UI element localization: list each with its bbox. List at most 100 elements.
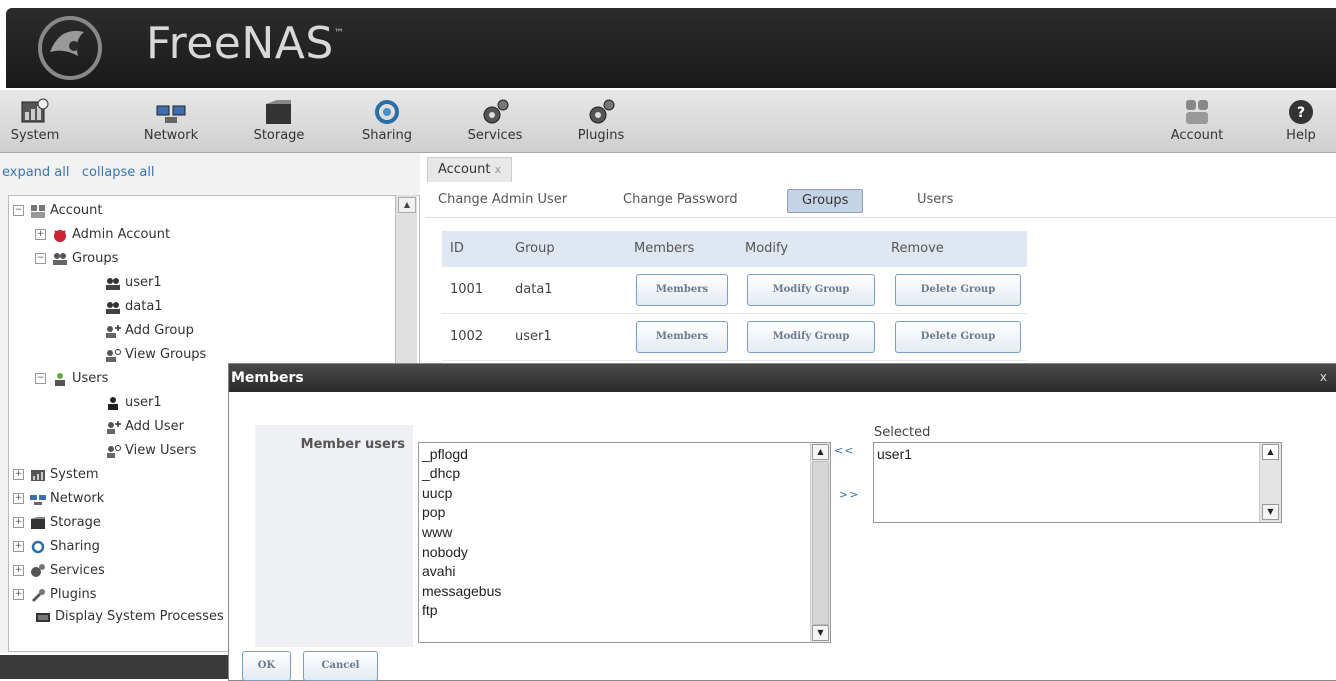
tree-item-system[interactable]: + System	[13, 464, 98, 486]
list-item[interactable]: messagebus	[422, 582, 501, 600]
scroll-down-arrow-icon[interactable]: ▼	[812, 625, 829, 641]
subnav-change-admin-user[interactable]: Change Admin User	[438, 189, 567, 211]
storage-icon	[31, 516, 45, 529]
tree-item-label: View Groups	[125, 347, 207, 362]
tree-item-add-user[interactable]: Add User	[105, 416, 184, 438]
tree-item-groups[interactable]: − Groups	[35, 248, 118, 270]
view-users-icon	[107, 444, 121, 458]
footer-bar	[0, 655, 240, 679]
remove-selected-link[interactable]: <<	[834, 444, 854, 457]
tree-item-view-users[interactable]: View Users	[105, 440, 196, 462]
toolbar-storage-label: Storage	[253, 128, 305, 143]
scroll-up-arrow-icon[interactable]: ▲	[1262, 444, 1279, 460]
collapse-toggle-icon[interactable]: −	[35, 373, 46, 384]
toolbar-network-button[interactable]: Network	[134, 94, 208, 150]
admin-icon	[54, 229, 66, 242]
members-button[interactable]: Members	[636, 274, 728, 306]
toolbar-storage-button[interactable]: Storage	[244, 94, 314, 150]
scroll-up-arrow-icon[interactable]: ▲	[398, 197, 416, 213]
cell-group: data1	[515, 282, 553, 297]
add-selected-link[interactable]: >>	[839, 488, 859, 501]
expand-toggle-icon[interactable]: +	[35, 229, 46, 240]
delete-group-button[interactable]: Delete Group	[895, 274, 1021, 306]
tab-close-icon[interactable]: x	[495, 163, 502, 176]
selected-users-list[interactable]: user1 ▲ ▼	[873, 442, 1282, 523]
tree-item-label: Add User	[125, 419, 184, 434]
toolbar-account-button[interactable]: Account	[1160, 94, 1234, 150]
network-icon	[156, 105, 186, 123]
available-list-scrollbar[interactable]: ▲ ▼	[810, 443, 830, 642]
close-icon[interactable]: x	[1320, 370, 1327, 384]
cell-id: 1002	[450, 329, 484, 344]
ok-button[interactable]: OK	[242, 651, 291, 681]
scroll-up-arrow-icon[interactable]: ▲	[812, 444, 829, 460]
tree-item-account[interactable]: − Account	[13, 200, 103, 222]
delete-group-button[interactable]: Delete Group	[895, 321, 1021, 353]
tree-item-view-groups[interactable]: View Groups	[105, 344, 206, 366]
account-icon	[1186, 100, 1208, 124]
tree-item-users[interactable]: − Users	[35, 368, 108, 390]
expand-toggle-icon[interactable]: +	[13, 541, 24, 552]
toolbar-system-button[interactable]: System	[4, 94, 66, 150]
toolbar-account-label: Account	[1170, 128, 1224, 143]
list-item[interactable]: uucp	[422, 484, 452, 502]
toolbar-services-button[interactable]: Services	[458, 94, 532, 150]
subnav-groups[interactable]: Groups	[787, 189, 864, 213]
list-item[interactable]: nobody	[422, 543, 468, 561]
tree-item-plugins[interactable]: + Plugins	[13, 584, 97, 606]
cancel-button[interactable]: Cancel	[303, 651, 378, 681]
plugins-icon	[589, 99, 615, 124]
tree-item-user-user1[interactable]: user1	[105, 392, 162, 414]
modify-group-button[interactable]: Modify Group	[747, 274, 875, 306]
toolbar-help-button[interactable]: ? Help	[1276, 94, 1326, 150]
cell-group: user1	[515, 329, 552, 344]
tree-item-label: View Users	[125, 443, 197, 458]
list-item[interactable]: www	[422, 523, 452, 541]
expand-toggle-icon[interactable]: +	[13, 469, 24, 480]
subnav-change-password[interactable]: Change Password	[623, 189, 738, 211]
processes-icon	[36, 612, 50, 622]
tree-item-sharing[interactable]: + Sharing	[13, 536, 100, 558]
tree-item-label: Storage	[50, 515, 101, 530]
available-users-list[interactable]: _pflogd _dhcp uucp pop www nobody avahi …	[418, 442, 831, 643]
brand-bar: FreeNAS™	[6, 8, 1336, 88]
tree-item-network[interactable]: + Network	[13, 488, 104, 510]
collapse-toggle-icon[interactable]: −	[13, 205, 24, 216]
subnav-users[interactable]: Users	[917, 189, 953, 211]
groups-icon	[53, 252, 67, 265]
list-item[interactable]: avahi	[422, 562, 455, 580]
tree-item-admin-account[interactable]: + Admin Account	[35, 224, 170, 246]
collapse-all-link[interactable]: collapse all	[82, 165, 155, 180]
list-item[interactable]: _pflogd	[422, 445, 468, 463]
toolbar-plugins-button[interactable]: Plugins	[566, 94, 636, 150]
scroll-thumb[interactable]	[812, 461, 829, 625]
tree-item-group-user1[interactable]: user1	[105, 272, 162, 294]
list-item[interactable]: ftp	[422, 601, 438, 619]
main-toolbar: System Network Storage Sharing Services …	[0, 90, 1336, 153]
plugins-icon	[32, 588, 45, 602]
selected-list-scrollbar[interactable]: ▲ ▼	[1259, 443, 1281, 522]
list-item[interactable]: _dhcp	[422, 464, 460, 482]
expand-toggle-icon[interactable]: +	[13, 589, 24, 600]
tree-item-add-group[interactable]: Add Group	[105, 320, 194, 342]
dialog-titlebar[interactable]: Members x	[229, 364, 1336, 392]
tree-item-storage[interactable]: + Storage	[13, 512, 101, 534]
modify-group-button[interactable]: Modify Group	[747, 321, 875, 353]
tree-item-display-system-processes[interactable]: Display System Processes	[35, 606, 224, 628]
scroll-down-arrow-icon[interactable]: ▼	[1262, 504, 1279, 520]
expand-all-link[interactable]: expand all	[2, 165, 70, 180]
members-button[interactable]: Members	[636, 321, 728, 353]
expand-toggle-icon[interactable]: +	[13, 517, 24, 528]
group-icon	[106, 277, 120, 290]
expand-toggle-icon[interactable]: +	[13, 493, 24, 504]
tree-item-group-data1[interactable]: data1	[105, 296, 163, 318]
toolbar-sharing-button[interactable]: Sharing	[354, 94, 420, 150]
collapse-toggle-icon[interactable]: −	[35, 253, 46, 264]
tree-item-label: Network	[50, 491, 105, 506]
members-dialog: Members x Member users _pflogd _dhcp uuc…	[228, 363, 1336, 681]
tab-account[interactable]: Account x	[427, 157, 513, 182]
expand-toggle-icon[interactable]: +	[13, 565, 24, 576]
list-item[interactable]: pop	[422, 503, 445, 521]
tree-item-services[interactable]: + Services	[13, 560, 105, 582]
list-item[interactable]: user1	[877, 445, 912, 463]
